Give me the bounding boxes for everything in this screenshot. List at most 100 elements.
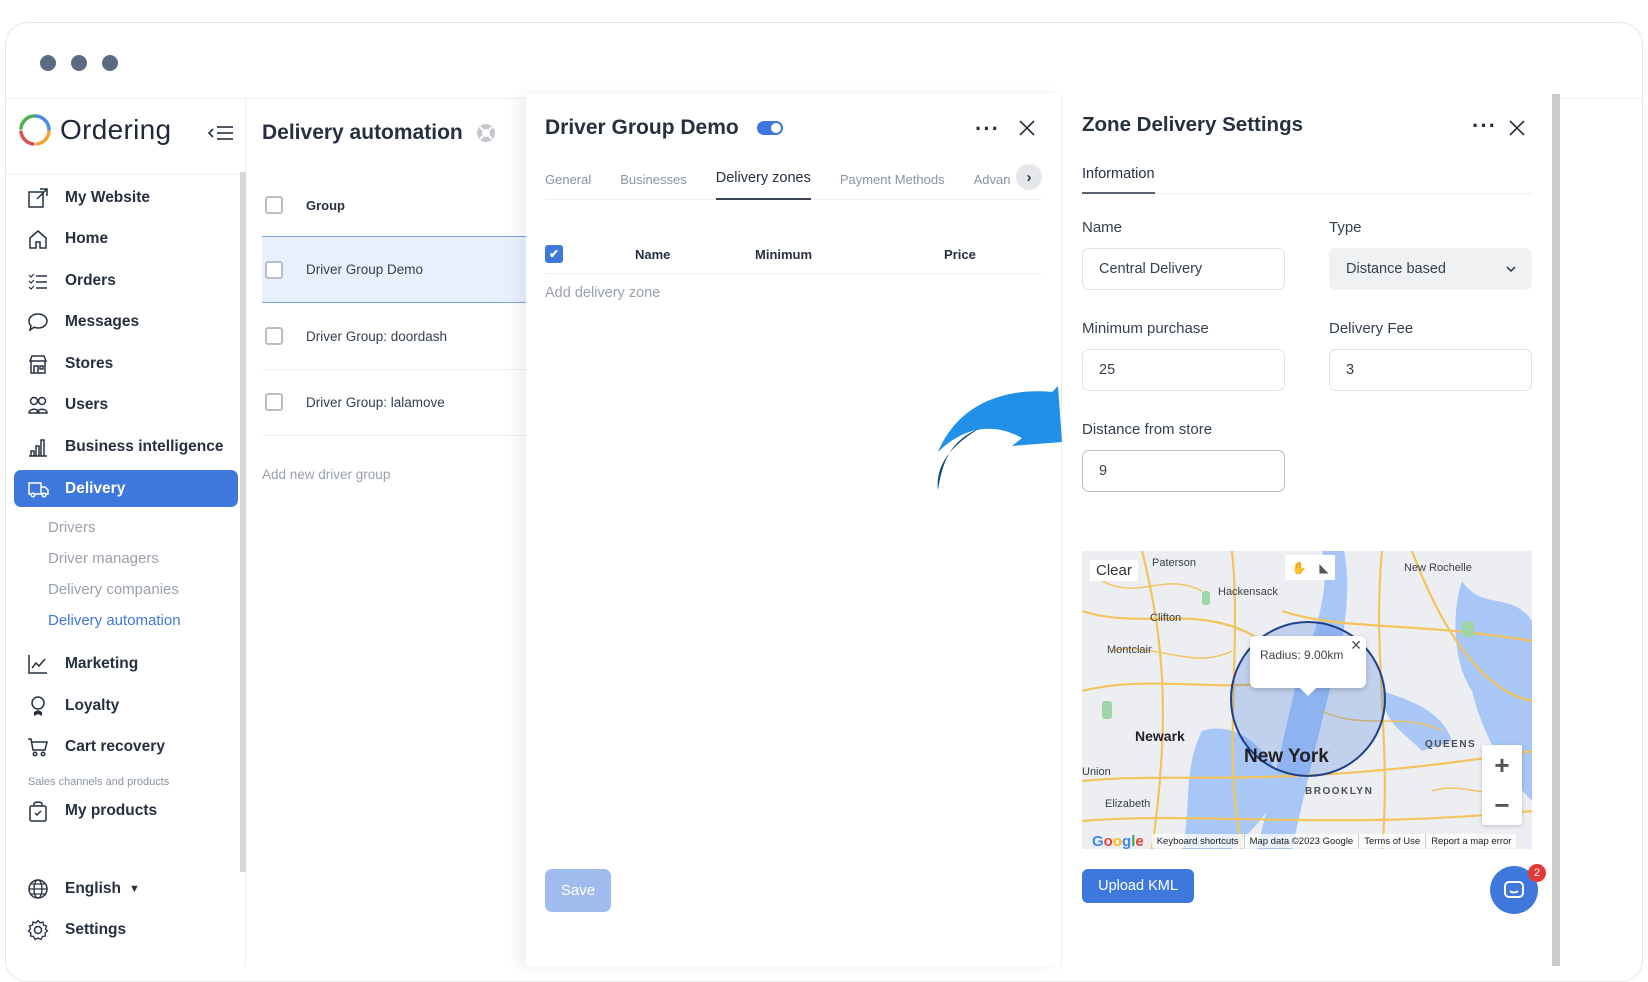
sidebar-subitem-delivery-automation[interactable]: Delivery automation — [6, 605, 246, 636]
delivery-fee-input[interactable]: 3 — [1329, 349, 1532, 391]
map-zoom-controls: + − — [1482, 745, 1522, 825]
users-icon — [26, 393, 50, 417]
more-options-button[interactable]: ··· — [1472, 113, 1497, 139]
help-lifebuoy-icon[interactable] — [475, 122, 497, 144]
draw-shape-icon[interactable]: ◣ — [1319, 561, 1328, 575]
sidebar-item-marketing[interactable]: Marketing — [14, 646, 238, 683]
sidebar-item-label: Marketing — [65, 655, 139, 673]
name-input[interactable]: Central Delivery — [1082, 248, 1285, 290]
collapse-menu-icon — [207, 126, 233, 140]
tab-general[interactable]: General — [545, 158, 591, 200]
map-label: New York — [1244, 746, 1329, 767]
keyboard-shortcuts-link[interactable]: Keyboard shortcuts — [1151, 834, 1245, 848]
brand[interactable]: Ordering — [18, 113, 171, 147]
truck-icon — [26, 477, 50, 501]
zoom-in-button[interactable]: + — [1482, 745, 1522, 785]
close-button[interactable] — [1017, 118, 1037, 138]
zoom-out-button[interactable]: − — [1482, 785, 1522, 825]
collapse-sidebar-button[interactable] — [206, 121, 236, 145]
section-label: Sales channels and products — [28, 775, 170, 788]
row-checkbox[interactable] — [265, 393, 283, 411]
terms-of-use-link[interactable]: Terms of Use — [1359, 834, 1427, 848]
table-row[interactable]: Driver Group Demo — [262, 236, 526, 303]
tab-delivery-zones[interactable]: Delivery zones — [715, 158, 811, 200]
sidebar-item-label: My Website — [65, 188, 150, 206]
type-value: Distance based — [1346, 261, 1446, 277]
minimum-purchase-input[interactable]: 25 — [1082, 349, 1285, 391]
sidebar-item-users[interactable]: Users — [14, 387, 238, 424]
caret-down-icon: ▼ — [128, 882, 140, 895]
sidebar-item-cart-recovery[interactable]: Cart recovery — [14, 729, 238, 766]
tab-payment-methods[interactable]: Payment Methods — [840, 158, 945, 200]
sidebar-item-loyalty[interactable]: Loyalty — [14, 687, 238, 724]
map-label: Montclair — [1107, 644, 1152, 656]
sidebar-item-stores[interactable]: Stores — [14, 345, 238, 382]
add-delivery-zone-link[interactable]: Add delivery zone — [545, 285, 660, 301]
sidebar-item-messages[interactable]: Messages — [14, 304, 238, 341]
distance-input[interactable]: 9 — [1082, 450, 1285, 492]
external-link-icon — [26, 186, 50, 210]
zone-settings-tabs: Information — [1082, 156, 1532, 194]
select-all-zones-checkbox[interactable]: ✔ — [545, 245, 563, 263]
enabled-toggle[interactable] — [756, 121, 783, 135]
delivery-fee-label: Delivery Fee — [1329, 320, 1414, 337]
table-row[interactable]: Driver Group: doordash — [262, 303, 526, 370]
tab-businesses[interactable]: Businesses — [620, 158, 686, 200]
map-label: Clifton — [1150, 612, 1182, 624]
map-clear-button[interactable]: Clear — [1090, 560, 1138, 581]
close-button[interactable] — [1507, 118, 1527, 138]
sidebar-subitem-delivery-companies[interactable]: Delivery companies — [6, 574, 246, 605]
radius-text: Radius: 9.00km — [1260, 648, 1344, 662]
more-dots-icon: ··· — [1472, 113, 1497, 138]
map-label: Newark — [1135, 728, 1185, 744]
driver-group-title: Driver Group Demo — [545, 116, 739, 139]
check-icon: ✔ — [548, 247, 560, 261]
sidebar-item-home[interactable]: Home — [14, 221, 238, 258]
upload-kml-button[interactable]: Upload KML — [1082, 869, 1194, 903]
row-checkbox[interactable] — [265, 260, 283, 279]
driver-groups-panel: Delivery automation Group Driver Group D… — [246, 99, 526, 966]
sidebar-item-label: My products — [65, 802, 158, 820]
map[interactable]: Clear ✋ ◣ Paterson New Rochelle Hackensa… — [1082, 551, 1532, 849]
window-dot[interactable] — [102, 55, 118, 71]
radius-popup: Radius: 9.00km ✕ — [1250, 636, 1366, 696]
window-dot[interactable] — [71, 55, 87, 71]
row-checkbox[interactable] — [265, 327, 283, 345]
table-row[interactable]: Driver Group: lalamove — [262, 369, 526, 436]
window-dot[interactable] — [40, 55, 56, 71]
add-driver-group-link[interactable]: Add new driver group — [262, 467, 390, 482]
page-scrollbar[interactable] — [1552, 94, 1560, 966]
more-dots-icon: ··· — [975, 116, 1000, 141]
delivery-fee-value: 3 — [1346, 362, 1355, 378]
sidebar-item-orders[interactable]: Orders — [14, 262, 238, 299]
popup-close-icon[interactable]: ✕ — [1350, 637, 1362, 654]
sidebar-item-label: Users — [65, 396, 109, 414]
language-selector[interactable]: English ▼ — [14, 870, 238, 907]
sidebar-item-business-intelligence[interactable]: Business intelligence — [14, 429, 238, 466]
column-header-minimum: Minimum — [755, 247, 813, 262]
sidebar-subitem-drivers[interactable]: Drivers — [6, 512, 246, 543]
globe-icon — [26, 877, 50, 901]
tab-information[interactable]: Information — [1082, 156, 1155, 194]
cart-icon — [26, 735, 50, 759]
hand-pan-icon[interactable]: ✋ — [1291, 561, 1306, 575]
tab-advanced[interactable]: Advanced — [974, 158, 1010, 200]
select-all-checkbox[interactable] — [265, 196, 283, 214]
sidebar-item-my-products[interactable]: My products — [14, 793, 238, 830]
home-icon — [26, 227, 50, 251]
sidebar-item-settings[interactable]: Settings — [14, 912, 238, 949]
sidebar-item-my-website[interactable]: My Website — [14, 179, 238, 216]
chevron-right-icon: › — [1026, 168, 1032, 186]
sidebar-item-label: Settings — [65, 921, 127, 939]
brand-name: Ordering — [60, 114, 172, 145]
sidebar: Ordering My Website Home Orders Messages — [6, 99, 246, 966]
map-label: Paterson — [1152, 557, 1197, 569]
save-button[interactable]: Save — [545, 869, 611, 912]
report-map-error-link[interactable]: Report a map error — [1426, 834, 1517, 848]
sidebar-subitem-driver-managers[interactable]: Driver managers — [6, 543, 246, 574]
sidebar-item-delivery[interactable]: Delivery — [14, 470, 238, 508]
more-options-button[interactable]: ··· — [975, 116, 1000, 142]
map-footer: Google Keyboard shortcuts Map data ©2023… — [1082, 833, 1532, 849]
type-select[interactable]: Distance based — [1329, 248, 1532, 290]
tabs-scroll-right-button[interactable]: › — [1016, 164, 1042, 190]
